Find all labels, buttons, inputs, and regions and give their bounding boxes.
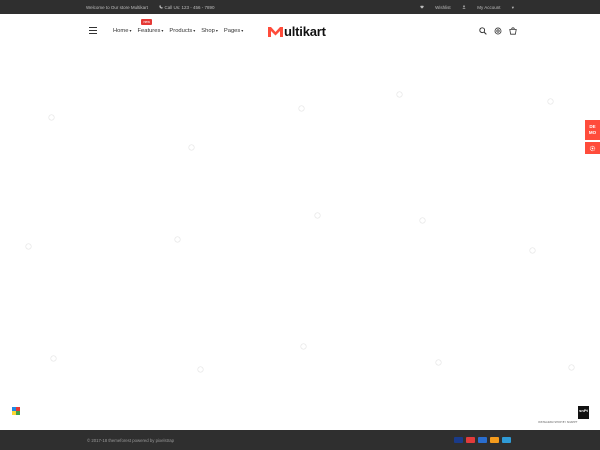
account-dropdown[interactable]: My Account ▾	[462, 5, 514, 10]
grid-image-boy-red-shirt[interactable]	[481, 48, 597, 164]
demo-tab[interactable]: DE MO	[585, 120, 600, 140]
product-hotspot[interactable]	[396, 92, 402, 98]
payment-card-icon	[502, 437, 511, 443]
grid-image-bride-veil[interactable]	[5, 286, 121, 402]
instagram-icon	[467, 153, 473, 159]
grid-image-woman-red-mask[interactable]	[481, 167, 597, 283]
header: Home▾ new Features▾ Products▾ Shop▾ Pages…	[0, 14, 600, 48]
grid-image-man-live-sweater[interactable]	[362, 48, 478, 164]
instagram-icon	[586, 391, 592, 397]
logo-mark	[268, 26, 283, 37]
phone-icon	[159, 5, 163, 9]
payment-card-icon	[466, 437, 475, 443]
product-hotspot[interactable]	[436, 360, 442, 366]
top-bar: Welcome to Our store Multikart Call Us: …	[0, 0, 600, 14]
grid-image-desk-keyboard-phone[interactable]	[243, 167, 359, 283]
grid-image-woman-leather-jacket[interactable]	[481, 286, 597, 402]
nav-shop[interactable]: Shop▾	[201, 28, 218, 34]
product-hotspot[interactable]	[314, 213, 320, 219]
copyright-text: © 2017-18 themeforest powered by pixelst…	[87, 438, 175, 443]
footer: © 2017-18 themeforest powered by pixelst…	[0, 430, 600, 450]
instagram-icon	[229, 391, 235, 397]
payment-card-icon	[454, 437, 463, 443]
grid-image-woman-orange-dress[interactable]	[124, 167, 240, 283]
header-icons	[479, 27, 517, 35]
phone-text: Call Us: 123 - 456 - 7890	[159, 5, 224, 10]
nav-home[interactable]: Home▾	[113, 28, 131, 34]
instagram-icon	[229, 272, 235, 278]
grid-image-woman-striped-pants[interactable]	[243, 48, 359, 164]
user-icon	[462, 5, 466, 9]
grid-image-woman-blue-dress[interactable]	[362, 286, 478, 402]
grid-image-man-in-tan-jacket[interactable]	[5, 48, 121, 164]
wishlist-link[interactable]: Wishlist	[420, 5, 452, 10]
instagram-icon	[348, 391, 354, 397]
instagram-icon	[467, 272, 473, 278]
grid-image-tulips-desk[interactable]	[362, 167, 478, 283]
product-hotspot[interactable]	[175, 236, 181, 242]
product-hotspot[interactable]	[529, 248, 535, 254]
grid-image-woman-denim-skirt[interactable]	[243, 286, 359, 402]
instagram-icon	[110, 272, 116, 278]
heart-icon	[420, 5, 424, 9]
product-hotspot[interactable]	[298, 106, 304, 111]
payment-card-icon	[478, 437, 487, 443]
nav-products[interactable]: Products▾	[169, 28, 195, 34]
product-hotspot[interactable]	[25, 243, 31, 249]
grid-image-woman-red-curly-hair[interactable]	[124, 286, 240, 402]
main-nav: Home▾ new Features▾ Products▾ Shop▾ Pages…	[113, 19, 243, 34]
nav-pages[interactable]: Pages▾	[224, 28, 243, 34]
instagram-icon	[586, 272, 592, 278]
product-hotspot[interactable]	[301, 344, 306, 349]
logo[interactable]: ultikart	[268, 23, 326, 39]
product-hotspot[interactable]	[198, 367, 204, 373]
product-hotspot[interactable]	[188, 145, 194, 151]
gear-icon	[589, 145, 596, 151]
grid-image-woman-afro-red-top[interactable]	[124, 48, 240, 164]
snappt-caption: INSTAGRAM SHOP BY SNAPPT	[538, 421, 578, 424]
new-badge: new	[141, 19, 152, 25]
menu-icon[interactable]	[89, 27, 97, 34]
nav-features[interactable]: new Features▾	[137, 19, 163, 34]
demo-tab-label: DE MO	[588, 124, 597, 135]
instagram-icon	[110, 391, 116, 397]
cart-icon[interactable]	[509, 27, 517, 35]
search-icon[interactable]	[479, 27, 487, 35]
grid-image-woman-white-sunglasses[interactable]	[5, 167, 121, 283]
snappt-badge[interactable]: snPt	[578, 406, 589, 419]
payment-icons	[454, 437, 511, 443]
product-hotspot[interactable]	[51, 355, 57, 361]
instagram-icon	[229, 153, 235, 159]
instagram-icon	[348, 272, 354, 278]
product-hotspot[interactable]	[548, 99, 554, 105]
settings-icon[interactable]	[494, 27, 502, 35]
product-hotspot[interactable]	[420, 218, 425, 224]
product-hotspot[interactable]	[49, 115, 55, 121]
instagram-icon	[348, 153, 354, 159]
product-hotspot[interactable]	[569, 364, 575, 370]
payment-card-icon	[490, 437, 499, 443]
instagram-icon	[467, 391, 473, 397]
app-logo-icon[interactable]	[12, 407, 20, 415]
settings-tab[interactable]	[585, 142, 600, 154]
welcome-text: Welcome to Our store Multikart	[86, 4, 148, 10]
instagram-icon	[110, 153, 116, 159]
